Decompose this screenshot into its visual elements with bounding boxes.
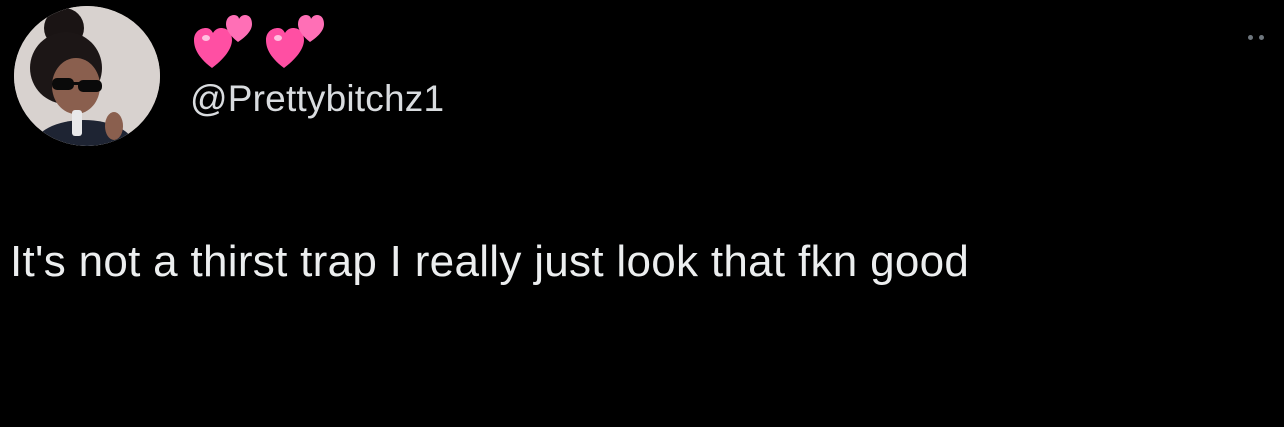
two-hearts-icon — [264, 12, 326, 70]
two-hearts-icon — [192, 12, 254, 70]
username-handle[interactable]: @Prettybitchz1 — [190, 76, 444, 122]
avatar[interactable] — [14, 6, 160, 146]
tweet: @Prettybitchz1 It's not a thirst trap I … — [0, 0, 1284, 427]
display-name[interactable] — [192, 10, 326, 70]
dot — [1259, 34, 1264, 40]
tweet-text: It's not a thirst trap I really just loo… — [10, 237, 970, 286]
dot — [1248, 34, 1253, 40]
more-dots-icon[interactable] — [1248, 30, 1278, 44]
